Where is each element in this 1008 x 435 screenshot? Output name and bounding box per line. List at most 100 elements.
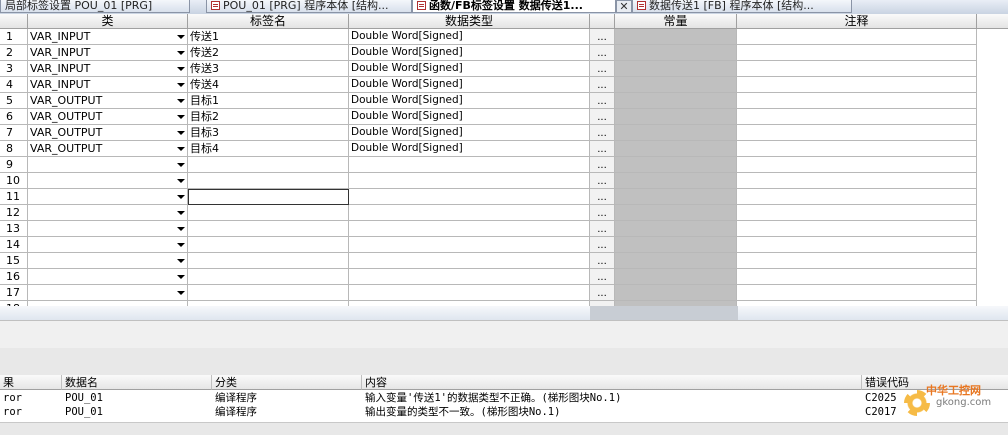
table-row[interactable]: 8 VAR_OUTPUT 目标4 Double Word[Signed]...: [0, 141, 980, 157]
comment-cell[interactable]: [737, 125, 977, 141]
table-row[interactable]: 15...: [0, 253, 980, 269]
browse-data-type-button[interactable]: ...: [590, 157, 615, 173]
label-name-cell[interactable]: 传送3: [188, 61, 349, 77]
horizontal-scrollbar[interactable]: [0, 422, 1008, 435]
data-type-cell[interactable]: Double Word[Signed]: [349, 93, 590, 109]
label-name-cell[interactable]: [188, 189, 349, 205]
class-dropdown[interactable]: [28, 253, 188, 269]
table-row[interactable]: 13...: [0, 221, 980, 237]
label-name-cell[interactable]: [188, 253, 349, 269]
label-name-column-header[interactable]: 标签名: [188, 14, 349, 29]
browse-data-type-button[interactable]: ...: [590, 29, 615, 45]
data-type-cell[interactable]: Double Word[Signed]: [349, 125, 590, 141]
label-name-cell[interactable]: [188, 237, 349, 253]
label-name-cell[interactable]: [188, 157, 349, 173]
dropdown-arrow-icon[interactable]: [177, 243, 185, 247]
dropdown-arrow-icon[interactable]: [177, 51, 185, 55]
data-type-column-header[interactable]: 数据类型: [349, 14, 590, 29]
class-dropdown[interactable]: VAR_INPUT: [28, 61, 188, 77]
data-type-cell[interactable]: [349, 189, 590, 205]
tab-3[interactable]: 函数/FB标签设置 数据传送1...: [412, 0, 616, 13]
comment-cell[interactable]: [737, 157, 977, 173]
browse-data-type-button[interactable]: ...: [590, 93, 615, 109]
data-type-cell[interactable]: Double Word[Signed]: [349, 45, 590, 61]
panel-splitter[interactable]: [0, 320, 1008, 350]
table-row[interactable]: 1 VAR_INPUT 传送1 Double Word[Signed]...: [0, 29, 980, 45]
label-name-cell[interactable]: [188, 285, 349, 301]
table-row[interactable]: 14...: [0, 237, 980, 253]
label-name-cell[interactable]: 目标1: [188, 93, 349, 109]
class-dropdown[interactable]: [28, 173, 188, 189]
class-dropdown[interactable]: VAR_OUTPUT: [28, 125, 188, 141]
table-row[interactable]: 4 VAR_INPUT 传送4 Double Word[Signed]...: [0, 77, 980, 93]
dropdown-arrow-icon[interactable]: [177, 147, 185, 151]
class-dropdown[interactable]: VAR_OUTPUT: [28, 93, 188, 109]
data-type-cell[interactable]: Double Word[Signed]: [349, 141, 590, 157]
constant-column-header[interactable]: 常量: [615, 14, 737, 29]
label-name-cell[interactable]: 传送4: [188, 77, 349, 93]
data-name-column-header[interactable]: 数据名: [62, 375, 212, 390]
table-row[interactable]: 11...: [0, 189, 980, 205]
table-row[interactable]: 6 VAR_OUTPUT 目标2 Double Word[Signed]...: [0, 109, 980, 125]
result-column-header[interactable]: 果: [0, 375, 62, 390]
table-row[interactable]: 10...: [0, 173, 980, 189]
browse-data-type-button[interactable]: ...: [590, 285, 615, 301]
browse-data-type-button[interactable]: ...: [590, 77, 615, 93]
browse-data-type-button[interactable]: ...: [590, 125, 615, 141]
table-row[interactable]: 17...: [0, 285, 980, 301]
comment-cell[interactable]: [737, 253, 977, 269]
data-type-cell[interactable]: [349, 253, 590, 269]
browse-data-type-button[interactable]: ...: [590, 173, 615, 189]
browse-data-type-button[interactable]: ...: [590, 221, 615, 237]
data-type-cell[interactable]: [349, 221, 590, 237]
comment-cell[interactable]: [737, 61, 977, 77]
class-dropdown[interactable]: [28, 269, 188, 285]
message-row[interactable]: ror POU_01 编译程序 输入变量'传送1'的数据类型不正确。(梯形图块No.1…: [0, 391, 1008, 405]
dropdown-arrow-icon[interactable]: [177, 291, 185, 295]
message-row[interactable]: ror POU_01 编译程序 输出变量的类型不一致。(梯形图块No.1) C2017: [0, 405, 1008, 419]
dropdown-arrow-icon[interactable]: [177, 99, 185, 103]
class-dropdown[interactable]: [28, 157, 188, 173]
tab-4[interactable]: 数据传送1 [FB] 程序本体 [结构...: [632, 0, 852, 13]
browse-data-type-button[interactable]: ...: [590, 205, 615, 221]
dropdown-arrow-icon[interactable]: [177, 259, 185, 263]
class-dropdown[interactable]: VAR_OUTPUT: [28, 141, 188, 157]
dropdown-arrow-icon[interactable]: [177, 179, 185, 183]
comment-cell[interactable]: [737, 77, 977, 93]
tab-1[interactable]: 局部标签设置 POU_01 [PRG]: [0, 0, 190, 13]
comment-cell[interactable]: [737, 45, 977, 61]
comment-cell[interactable]: [737, 141, 977, 157]
dropdown-arrow-icon[interactable]: [177, 83, 185, 87]
class-column-header[interactable]: 类: [28, 14, 188, 29]
comment-cell[interactable]: [737, 285, 977, 301]
data-type-cell[interactable]: Double Word[Signed]: [349, 109, 590, 125]
data-type-cell[interactable]: [349, 173, 590, 189]
table-row[interactable]: 2 VAR_INPUT 传送2 Double Word[Signed]...: [0, 45, 980, 61]
class-dropdown[interactable]: [28, 205, 188, 221]
dropdown-arrow-icon[interactable]: [177, 275, 185, 279]
table-row[interactable]: 16...: [0, 269, 980, 285]
comment-cell[interactable]: [737, 205, 977, 221]
close-tab-icon[interactable]: ✕: [616, 0, 632, 13]
data-type-cell[interactable]: [349, 237, 590, 253]
data-type-cell[interactable]: Double Word[Signed]: [349, 29, 590, 45]
data-type-cell[interactable]: Double Word[Signed]: [349, 77, 590, 93]
data-type-cell[interactable]: [349, 269, 590, 285]
dropdown-arrow-icon[interactable]: [177, 35, 185, 39]
table-row[interactable]: 9...: [0, 157, 980, 173]
data-type-cell[interactable]: [349, 285, 590, 301]
comment-cell[interactable]: [737, 189, 977, 205]
label-name-cell[interactable]: 传送1: [188, 29, 349, 45]
label-name-cell[interactable]: 目标2: [188, 109, 349, 125]
browse-data-type-button[interactable]: ...: [590, 45, 615, 61]
comment-cell[interactable]: [737, 93, 977, 109]
class-dropdown[interactable]: [28, 221, 188, 237]
comment-cell[interactable]: [737, 221, 977, 237]
browse-data-type-button[interactable]: ...: [590, 253, 615, 269]
browse-data-type-button[interactable]: ...: [590, 269, 615, 285]
class-dropdown[interactable]: [28, 285, 188, 301]
comment-cell[interactable]: [737, 173, 977, 189]
browse-data-type-button[interactable]: ...: [590, 189, 615, 205]
data-type-cell[interactable]: [349, 205, 590, 221]
class-dropdown[interactable]: VAR_INPUT: [28, 77, 188, 93]
